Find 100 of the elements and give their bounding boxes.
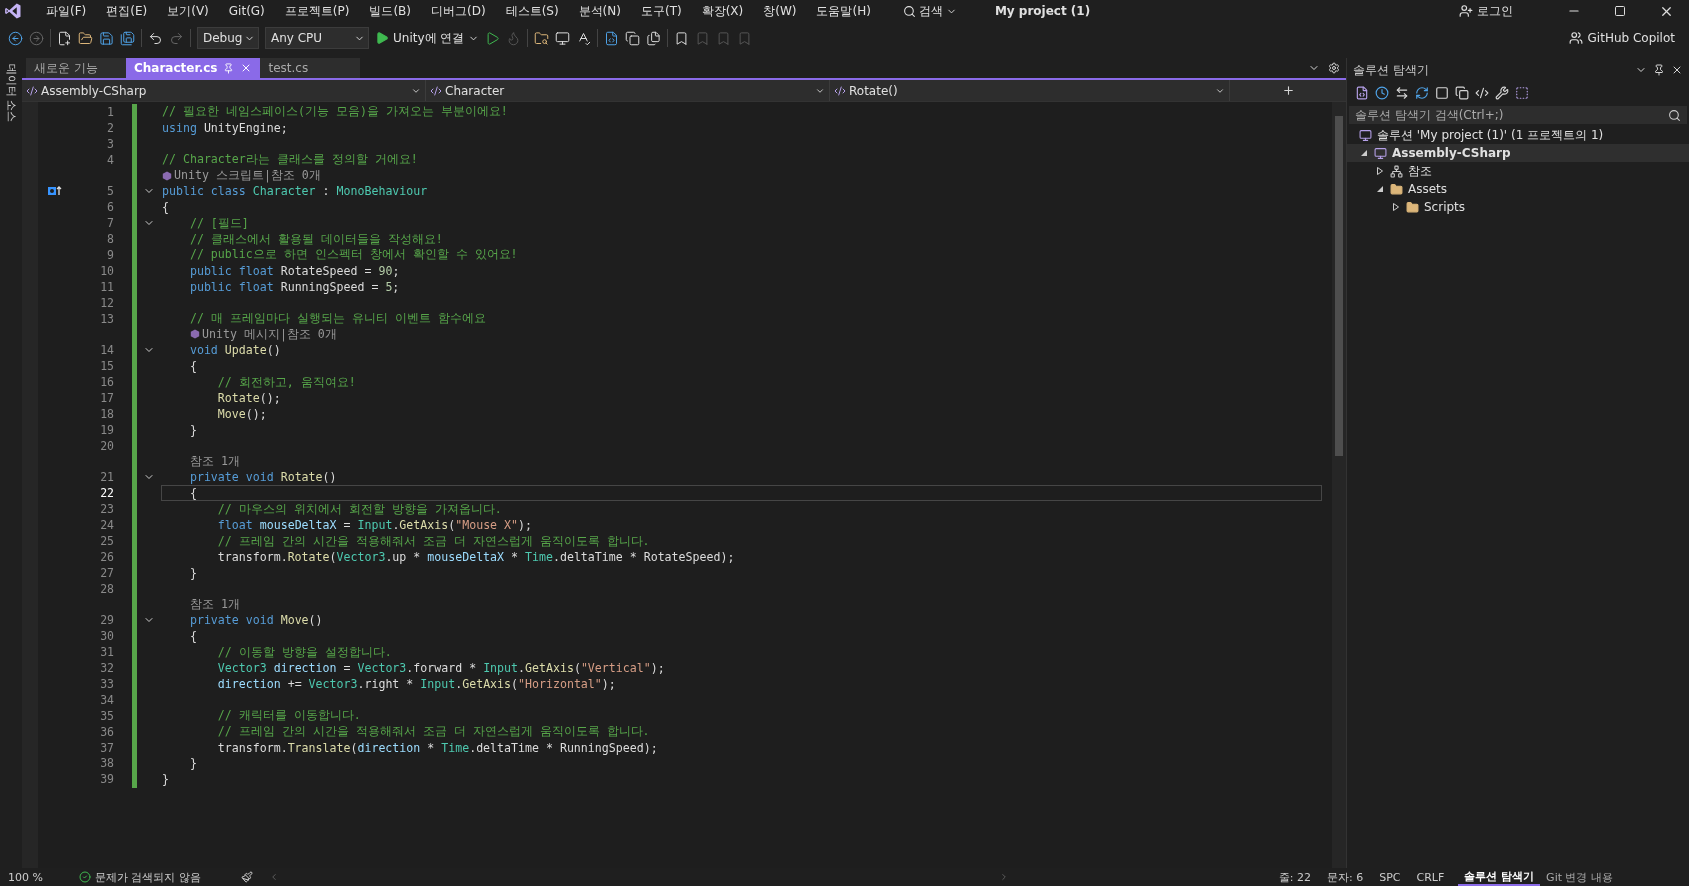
redo-icon[interactable]	[169, 30, 184, 46]
bookmark-icon[interactable]	[674, 30, 690, 46]
preview-icon[interactable]	[1515, 86, 1529, 100]
refresh-icon[interactable]	[1415, 86, 1429, 100]
codelens-text[interactable]: 참조 1개	[162, 454, 240, 470]
menu-item[interactable]: 확장(X)	[691, 2, 754, 20]
menu-item[interactable]: 도구(T)	[630, 2, 692, 20]
window-icon[interactable]	[555, 30, 571, 46]
solution-icon	[1359, 128, 1372, 142]
line-number: 4	[106, 152, 114, 167]
codelens-text[interactable]: Unity 스크립트|참조 0개	[162, 168, 321, 183]
menu-item[interactable]: 보기(V)	[157, 2, 219, 20]
line-number: 34	[99, 692, 114, 707]
menu-item[interactable]: 테스트(S)	[495, 2, 569, 20]
solution-item[interactable]: 솔루션 'My project (1)' (1 프로젝트의 1)	[1347, 126, 1689, 144]
expanded-icon[interactable]	[1376, 185, 1384, 193]
platform-dropdown[interactable]: Any CPU	[265, 27, 369, 49]
solution-icon[interactable]	[1355, 86, 1369, 100]
line-number: 27	[99, 565, 114, 580]
file-tab[interactable]: 새로운 기능	[26, 58, 126, 78]
line-number: 39	[99, 772, 114, 787]
panel-tab[interactable]: Git 변경 내용	[1540, 868, 1619, 886]
brush-icon[interactable]	[240, 871, 253, 883]
save-all-icon[interactable]	[120, 30, 135, 46]
open-folder-icon[interactable]	[78, 30, 93, 46]
split-icon[interactable]	[1281, 84, 1295, 97]
code-line: transform.Rotate(Vector3.up * mouseDeltaX * Time.deltaTime * RotateSpeed);	[216, 549, 735, 564]
line-number: 16	[99, 375, 114, 390]
column-position[interactable]: 문자: 6	[1319, 869, 1372, 885]
settings-icon[interactable]	[1328, 62, 1340, 74]
navigation-dropdown[interactable]: Rotate()	[830, 80, 1230, 101]
panel-tab[interactable]: 솔루션 탐색기	[1458, 868, 1541, 886]
code-line: // 매 프레임마다 실행되는 유니티 이벤트 함수에요	[188, 311, 486, 327]
collapsed-icon[interactable]	[1376, 167, 1384, 175]
folder-search-icon[interactable]	[534, 30, 550, 46]
menu-item[interactable]: 디버그(D)	[421, 2, 496, 20]
line-number: 28	[99, 581, 114, 596]
line-number: 18	[99, 406, 114, 421]
tree-item[interactable]: Assets	[1347, 180, 1689, 198]
menu-item[interactable]: 파일(F)	[36, 2, 97, 20]
collapse-all-icon[interactable]	[1435, 86, 1449, 100]
files-icon[interactable]	[646, 30, 662, 46]
line-number: 19	[99, 422, 114, 437]
override-marker-icon[interactable]	[48, 186, 62, 197]
file-tab[interactable]: test.cs	[260, 58, 361, 78]
navigation-dropdown[interactable]: Assembly-CSharp	[22, 80, 426, 101]
code-icon[interactable]	[1475, 86, 1489, 100]
line-ending[interactable]: CRLF	[1408, 870, 1453, 884]
scroll-thumb[interactable]	[1335, 116, 1343, 456]
collapsed-icon[interactable]	[1392, 203, 1400, 211]
forward-icon[interactable]	[29, 30, 44, 46]
code-line: // Character라는 클래스를 정의할 거에요!	[162, 152, 418, 168]
line-position[interactable]: 줄: 22	[1270, 869, 1319, 885]
line-number: 25	[99, 534, 114, 548]
tree-item[interactable]: Assembly-CSharp	[1347, 144, 1689, 162]
sync-icon[interactable]	[1395, 86, 1409, 100]
close-icon[interactable]	[1671, 64, 1683, 76]
save-icon[interactable]	[99, 30, 114, 46]
wrench-icon[interactable]	[1495, 86, 1509, 100]
side-tab[interactable]: 데이터 소스	[3, 64, 19, 123]
whitespace-mode[interactable]: SPC	[1371, 870, 1409, 884]
search-field[interactable]: 솔루션 탐색기 검색(Ctrl+;)	[1349, 106, 1687, 124]
menu-item[interactable]: 프로젝트(P)	[274, 2, 360, 20]
copilot-button[interactable]: GitHub Copilot	[1568, 31, 1675, 45]
menu-item[interactable]: 창(W)	[753, 2, 807, 20]
pin-icon[interactable]	[1653, 64, 1665, 76]
undo-icon[interactable]	[148, 30, 163, 46]
code-file-icon[interactable]	[604, 30, 620, 46]
spell-check-icon[interactable]	[576, 30, 592, 46]
menu-item[interactable]: 분석(N)	[568, 2, 631, 20]
code-line: Rotate();	[216, 391, 281, 405]
run-button[interactable]: Unity에 연결	[375, 29, 480, 47]
tree-item[interactable]: Scripts	[1347, 198, 1689, 216]
login-button[interactable]: 로그인	[1459, 2, 1513, 20]
line-number: 21	[99, 470, 114, 485]
code-line: {	[188, 486, 197, 501]
new-item-icon[interactable]	[57, 30, 72, 46]
line-number: 23	[99, 502, 114, 517]
codelens-text[interactable]: Unity 메시지|참조 0개	[162, 326, 337, 342]
configuration-dropdown[interactable]: Debug	[197, 27, 259, 49]
search-button[interactable]: 검색	[902, 2, 957, 20]
scrollbar[interactable]	[1332, 102, 1346, 868]
tree-item[interactable]: 참조	[1347, 162, 1689, 180]
issues-status[interactable]: 문제가 검색되지 않음	[78, 869, 201, 885]
codelens-text[interactable]: 참조 1개	[162, 597, 240, 613]
line-number: 30	[99, 629, 114, 644]
navigation-dropdown[interactable]: Character	[426, 80, 830, 101]
code-line: Vector3 direction = Vector3.forward * Input.GetAxis("Vertical");	[216, 661, 665, 676]
menu-item[interactable]: 빌드(B)	[359, 2, 421, 20]
menu-item[interactable]: Git(G)	[218, 4, 275, 18]
expanded-icon[interactable]	[1360, 149, 1368, 157]
play-icon[interactable]	[485, 30, 501, 46]
history-icon[interactable]	[1375, 86, 1389, 100]
menu-item[interactable]: 도움말(H)	[806, 2, 881, 20]
back-icon[interactable]	[8, 30, 23, 46]
line-number: 6	[106, 200, 114, 215]
zoom-dropdown[interactable]: 100 %	[0, 870, 51, 884]
menu-item[interactable]: 편집(E)	[96, 2, 158, 20]
copy-icon[interactable]	[1455, 86, 1469, 100]
copy-icon[interactable]	[625, 30, 641, 46]
